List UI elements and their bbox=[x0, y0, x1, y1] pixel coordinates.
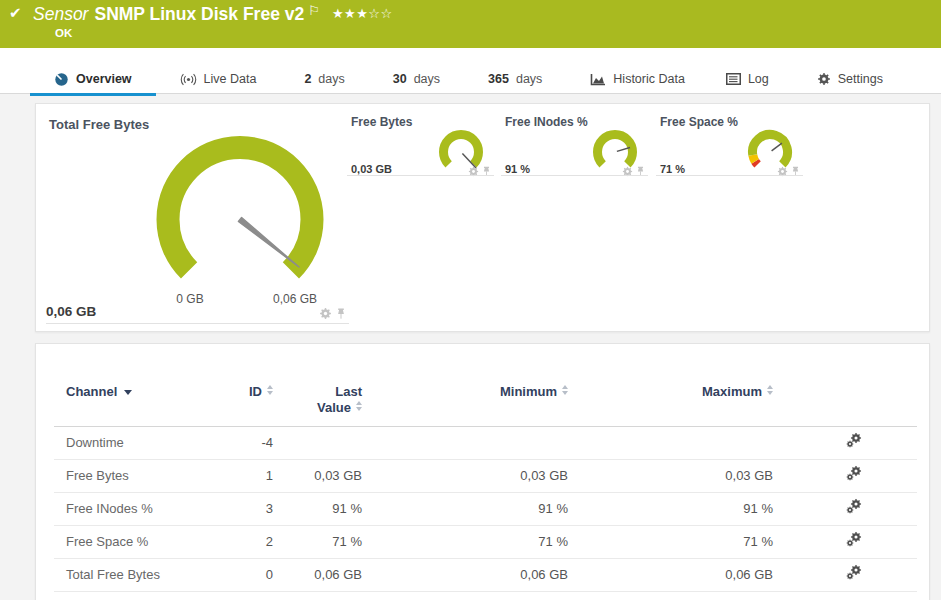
channel-maximum: 91 % bbox=[568, 492, 773, 525]
mini-gauge-value: 71 % bbox=[660, 163, 685, 175]
channel-id: 3 bbox=[243, 492, 273, 525]
divider bbox=[656, 175, 803, 176]
mini-gauge-title: Free Space % bbox=[660, 115, 738, 129]
tab-overview[interactable]: Overview bbox=[30, 65, 156, 94]
channel-id: 2 bbox=[243, 525, 273, 558]
gauge-needle bbox=[238, 218, 299, 268]
tab-settings[interactable]: Settings bbox=[786, 65, 893, 94]
gauges-panel: Total Free Bytes 0 GB 0,06 GB 0,06 GB Fr… bbox=[35, 103, 930, 332]
channel-settings-gears-icon[interactable] bbox=[846, 533, 862, 547]
channel-settings-gears-icon[interactable] bbox=[846, 500, 862, 514]
table-row: Downtime -4 bbox=[54, 426, 917, 459]
area-chart-icon bbox=[590, 73, 606, 86]
divider bbox=[46, 323, 349, 324]
channel-minimum: 0,03 GB bbox=[362, 459, 568, 492]
channel-last-value: 0,03 GB bbox=[273, 459, 362, 492]
table-row: Free INodes % 3 91 % 91 % 91 % bbox=[54, 492, 917, 525]
mini-gauge-title: Free INodes % bbox=[505, 115, 588, 129]
main-gauge-min-label: 0 GB bbox=[165, 292, 215, 306]
sensor-status-bar: ✔ Sensor SNMP Linux Disk Free v2 ⚐ ★★★☆☆ OK bbox=[0, 0, 941, 48]
col-header-last-value[interactable]: Last Value bbox=[273, 384, 362, 426]
channel-minimum bbox=[362, 426, 568, 459]
log-icon bbox=[726, 73, 741, 85]
status-badge: OK bbox=[55, 27, 72, 39]
channel-maximum: 71 % bbox=[568, 525, 773, 558]
channel-name[interactable]: Free Bytes bbox=[54, 459, 243, 492]
channels-panel: Channel ID Last Value Minimum Maximum Do… bbox=[35, 343, 930, 600]
col-header-actions bbox=[773, 384, 917, 426]
mini-gauge-title: Free Bytes bbox=[351, 115, 412, 129]
channel-name[interactable]: Downtime bbox=[54, 426, 243, 459]
channel-id: 1 bbox=[243, 459, 273, 492]
channel-id: 0 bbox=[243, 558, 273, 591]
mini-gauge-value: 91 % bbox=[505, 163, 530, 175]
channel-name[interactable]: Total Free Bytes bbox=[54, 558, 243, 591]
table-row: Free Bytes 1 0,03 GB 0,03 GB 0,03 GB bbox=[54, 459, 917, 492]
channel-settings-gears-icon[interactable] bbox=[846, 467, 862, 481]
channel-minimum: 71 % bbox=[362, 525, 568, 558]
channels-table: Channel ID Last Value Minimum Maximum Do… bbox=[54, 384, 917, 592]
ok-check-icon: ✔ bbox=[9, 4, 22, 22]
tab-2-days[interactable]: 2days bbox=[280, 65, 368, 94]
col-header-minimum[interactable]: Minimum bbox=[362, 384, 568, 426]
mini-gauge-free-bytes: Free Bytes 0,03 GB bbox=[347, 112, 494, 182]
channel-settings-gears-icon[interactable] bbox=[846, 566, 862, 580]
main-gauge-max-label: 0,06 GB bbox=[270, 292, 320, 306]
main-gauge-value: 0,06 GB bbox=[46, 304, 96, 319]
col-header-id[interactable]: ID bbox=[243, 384, 273, 426]
channel-name[interactable]: Free Space % bbox=[54, 525, 243, 558]
pin-icon[interactable] bbox=[336, 308, 346, 320]
table-row: Free Space % 2 71 % 71 % 71 % bbox=[54, 525, 917, 558]
sensor-title: SNMP Linux Disk Free v2 bbox=[94, 4, 304, 24]
channel-settings-gears-icon[interactable] bbox=[846, 434, 862, 448]
channel-last-value: 0,06 GB bbox=[273, 558, 362, 591]
priority-stars[interactable]: ★★★☆☆ bbox=[332, 6, 393, 21]
gauge-settings-gear-icon[interactable] bbox=[319, 307, 332, 320]
channel-maximum bbox=[568, 426, 773, 459]
gear-icon bbox=[817, 72, 831, 86]
sort-icon bbox=[267, 385, 273, 395]
table-row: Total Free Bytes 0 0,06 GB 0,06 GB 0,06 … bbox=[54, 558, 917, 591]
sort-icon bbox=[767, 385, 773, 395]
sort-icon bbox=[562, 385, 568, 395]
main-gauge-title: Total Free Bytes bbox=[49, 117, 149, 132]
channel-name[interactable]: Free INodes % bbox=[54, 492, 243, 525]
divider bbox=[347, 175, 494, 176]
channel-maximum: 0,06 GB bbox=[568, 558, 773, 591]
channel-last-value: 71 % bbox=[273, 525, 362, 558]
broadcast-icon bbox=[180, 73, 197, 86]
dropdown-caret-icon bbox=[124, 390, 132, 395]
tab-bar: Overview Live Data 2days 30days 365days … bbox=[0, 48, 941, 94]
object-kind-label: Sensor bbox=[33, 4, 88, 24]
channel-last-value bbox=[273, 426, 362, 459]
tab-30-days[interactable]: 30days bbox=[369, 65, 464, 94]
tab-365-days[interactable]: 365days bbox=[464, 65, 566, 94]
col-header-maximum[interactable]: Maximum bbox=[568, 384, 773, 426]
main-gauge bbox=[150, 125, 330, 295]
mini-gauge-free-space: Free Space % 71 % bbox=[656, 112, 803, 182]
channel-minimum: 91 % bbox=[362, 492, 568, 525]
tab-live-data[interactable]: Live Data bbox=[156, 65, 281, 94]
priority-flag-icon[interactable]: ⚐ bbox=[308, 3, 320, 18]
channel-last-value: 91 % bbox=[273, 492, 362, 525]
channel-minimum: 0,06 GB bbox=[362, 558, 568, 591]
channel-maximum: 0,03 GB bbox=[568, 459, 773, 492]
tab-historic-data[interactable]: Historic Data bbox=[566, 65, 709, 94]
channel-id: -4 bbox=[243, 426, 273, 459]
gauge-icon bbox=[54, 72, 69, 87]
divider bbox=[501, 175, 648, 176]
sort-icon bbox=[356, 401, 362, 411]
mini-gauge-free-inodes: Free INodes % 91 % bbox=[501, 112, 648, 182]
tab-log[interactable]: Log bbox=[709, 65, 786, 94]
col-header-channel[interactable]: Channel bbox=[54, 384, 243, 426]
mini-gauge-value: 0,03 GB bbox=[351, 163, 392, 175]
